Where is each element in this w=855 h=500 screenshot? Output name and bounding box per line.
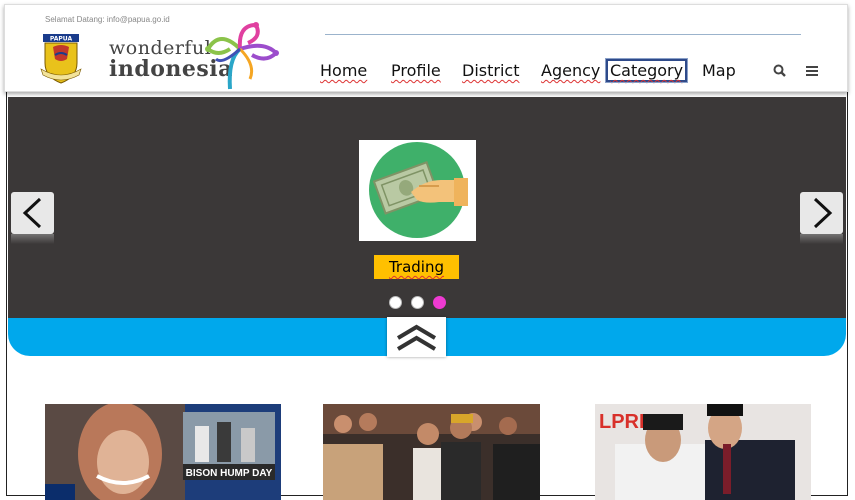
- emblem-label: PAPUA: [50, 36, 73, 43]
- slider-dot-3[interactable]: [433, 296, 446, 309]
- welcome-text: Selamat Datang: info@papua.go.id: [45, 15, 170, 24]
- chevron-up-icon: [396, 324, 437, 351]
- news-thumb-1[interactable]: BISON HUMP DAY: [45, 404, 281, 500]
- nav-profile[interactable]: Profile: [391, 61, 441, 80]
- main-nav: Home Profile District Agency Category Ma…: [5, 57, 847, 87]
- menu-list-icon[interactable]: [804, 63, 820, 79]
- nav-agency[interactable]: Agency: [541, 61, 600, 80]
- news-photo-anchor: BISON HUMP DAY: [45, 404, 281, 500]
- slide-caption[interactable]: Trading: [374, 255, 459, 279]
- slider-dot-2[interactable]: [411, 296, 424, 309]
- nav-home[interactable]: Home: [320, 61, 367, 80]
- nav-map[interactable]: Map: [702, 61, 736, 80]
- news-thumb-3[interactable]: LPRE 20: [595, 404, 811, 500]
- chevron-left-icon: [22, 197, 42, 229]
- nav-district[interactable]: District: [462, 61, 519, 80]
- search-icon[interactable]: [772, 63, 788, 79]
- slider-dot-1[interactable]: [389, 296, 402, 309]
- nav-category[interactable]: Category: [604, 58, 689, 83]
- hero-slider: Trading: [8, 97, 846, 319]
- site-header: Selamat Datang: info@papua.go.id PAPUA w…: [4, 4, 848, 92]
- thumb1-caption: BISON HUMP DAY: [186, 468, 273, 479]
- news-photo-event: [323, 404, 540, 500]
- news-photo-debate: LPRE 20: [595, 404, 811, 500]
- collapse-slider-button[interactable]: [387, 317, 446, 357]
- money-hand-icon[interactable]: [359, 140, 476, 241]
- chevron-right-icon: [813, 197, 833, 229]
- news-thumb-2[interactable]: [323, 404, 540, 500]
- slider-prev-button[interactable]: [11, 192, 54, 244]
- slider-next-button[interactable]: [800, 192, 843, 244]
- header-divider: [325, 34, 801, 35]
